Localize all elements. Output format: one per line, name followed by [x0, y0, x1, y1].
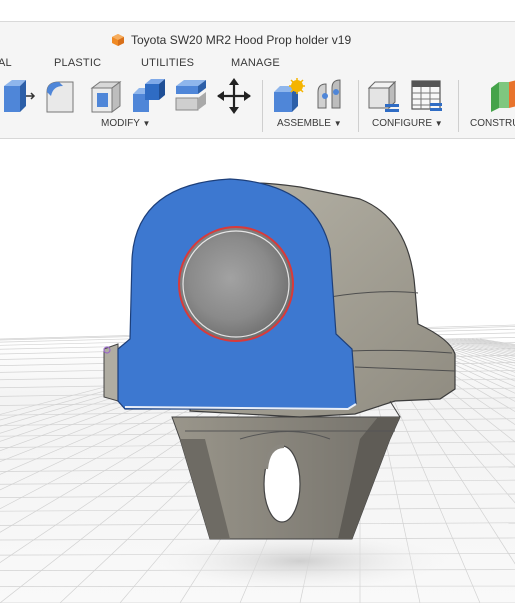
- app-icon: [112, 34, 124, 46]
- bore-hole[interactable]: [178, 226, 294, 342]
- offset-plane-icon[interactable]: [487, 78, 515, 114]
- top-strip: [0, 0, 515, 22]
- move-copy-icon[interactable]: [217, 78, 251, 114]
- new-component-icon[interactable]: [271, 78, 305, 114]
- title-bar: Toyota SW20 MR2 Hood Prop holder v19: [0, 22, 515, 52]
- tab-plastic[interactable]: PLASTIC: [54, 57, 101, 69]
- combine-icon[interactable]: [131, 78, 165, 114]
- window-title: Toyota SW20 MR2 Hood Prop holder v19: [131, 33, 352, 47]
- hood-prop-holder-model[interactable]: [0, 139, 515, 603]
- shell-icon[interactable]: [88, 78, 122, 114]
- tab-al[interactable]: AL: [0, 57, 12, 69]
- toolbar-divider: [458, 80, 459, 132]
- joint-icon[interactable]: [314, 78, 348, 114]
- model-shadow: [150, 531, 450, 591]
- toolbar-divider: [358, 80, 359, 132]
- mounting-clip[interactable]: [171, 416, 401, 540]
- document-title: Toyota SW20 MR2 Hood Prop holder v19: [111, 32, 351, 48]
- modify-menu[interactable]: MODIFY ▼: [101, 118, 150, 129]
- configure-table-icon[interactable]: [410, 78, 444, 114]
- replace-face-icon[interactable]: [174, 78, 208, 114]
- fillet-icon[interactable]: [45, 78, 79, 114]
- toolbar-divider: [262, 80, 263, 132]
- assemble-menu[interactable]: ASSEMBLE ▼: [277, 118, 342, 129]
- construct-menu[interactable]: CONSTRU: [470, 118, 515, 129]
- 3d-viewport[interactable]: [0, 139, 515, 603]
- parameters-icon[interactable]: [367, 78, 401, 114]
- tab-utilities[interactable]: UTILITIES: [141, 57, 194, 69]
- toolbar: MODIFY ▼ ASSEMBLE ▼ CONFIGURE ▼ CONSTRU: [0, 74, 515, 139]
- workspace-tabs: AL PLASTIC UTILITIES MANAGE: [0, 52, 515, 74]
- configure-menu[interactable]: CONFIGURE ▼: [372, 118, 443, 129]
- tab-manage[interactable]: MANAGE: [231, 57, 280, 69]
- press-pull-icon[interactable]: [2, 78, 36, 114]
